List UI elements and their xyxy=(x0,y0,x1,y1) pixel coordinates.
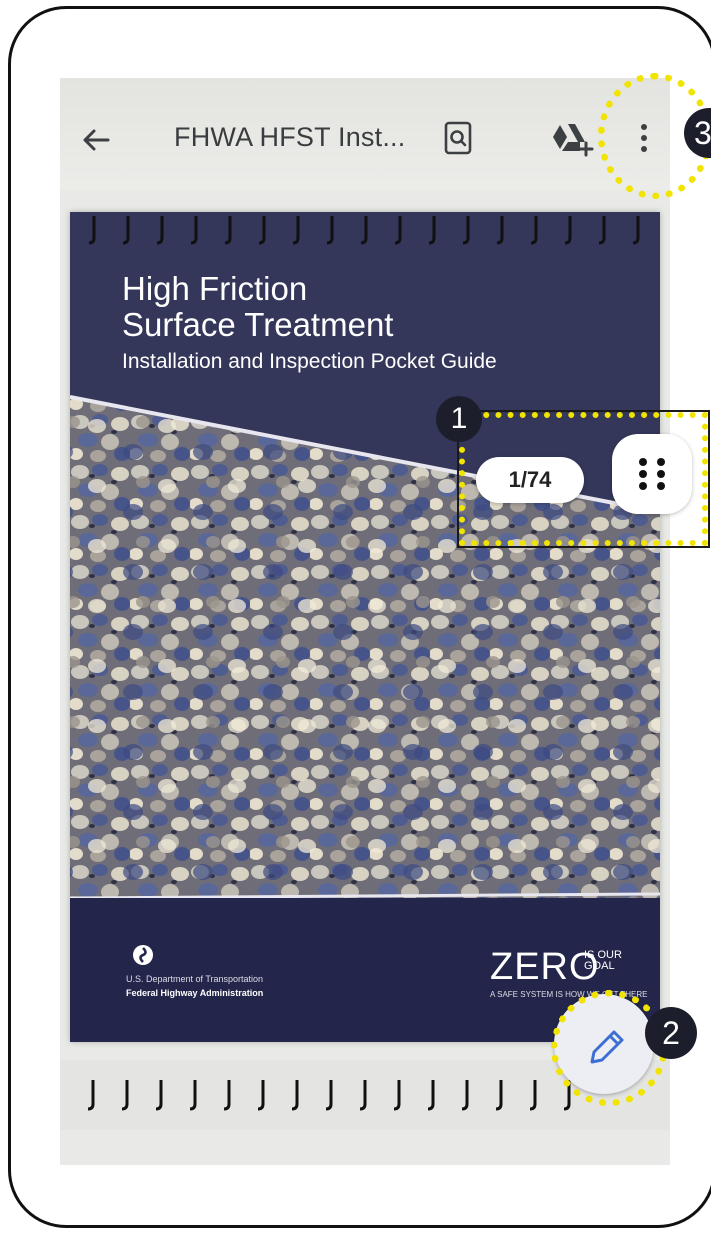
zero-side-line2: GOAL xyxy=(584,960,615,972)
add-to-drive-button[interactable] xyxy=(546,116,596,160)
cover-title-line2: Surface Treatment xyxy=(122,306,394,343)
agency-name-text: Federal Highway Administration xyxy=(126,988,264,998)
annotation-badge-1: 1 xyxy=(436,396,482,442)
document-title: FHWA HFST Inst... xyxy=(174,122,406,152)
annotation-badge-2: 2 xyxy=(645,1007,697,1059)
search-document-icon xyxy=(444,121,472,155)
pdf-page[interactable]: High Friction Surface Treatment Installa… xyxy=(70,212,660,1042)
usdot-logo-icon xyxy=(133,945,153,965)
highlight-box-1 xyxy=(457,410,710,548)
spiral-binding-top xyxy=(88,216,640,245)
search-in-document-button[interactable] xyxy=(436,116,480,160)
cover-title-line1: High Friction xyxy=(122,270,308,307)
arrow-left-icon xyxy=(83,129,110,151)
add-to-drive-icon xyxy=(553,124,594,157)
cover-subtitle: Installation and Inspection Pocket Guide xyxy=(122,350,497,373)
zero-logo-side-text: IS OUR GOAL xyxy=(584,950,622,972)
back-button[interactable] xyxy=(74,118,118,162)
agency-department-text: U.S. Department of Transportation xyxy=(126,974,264,984)
top-app-bar: FHWA HFST Inst... xyxy=(60,78,670,190)
